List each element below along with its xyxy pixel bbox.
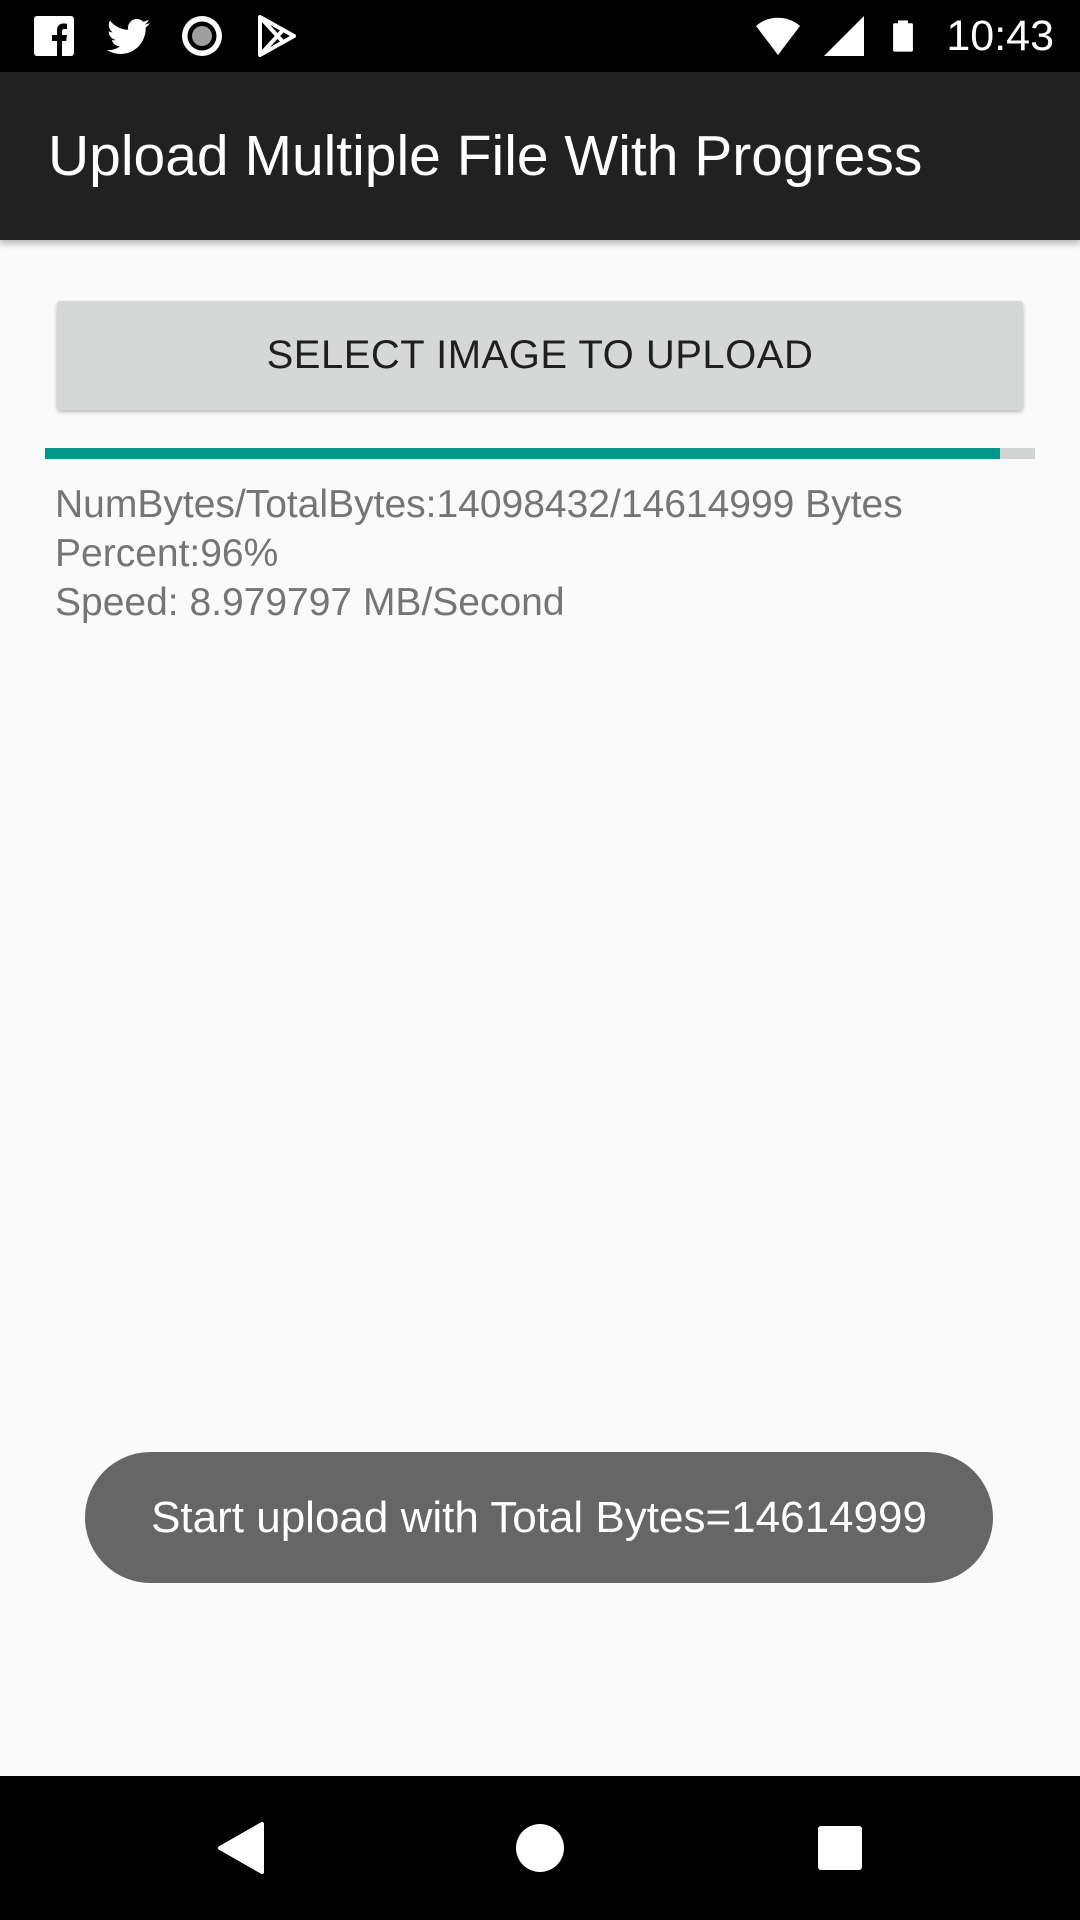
toast-text: Start upload with Total Bytes=14614999 xyxy=(151,1492,927,1542)
twitter-icon xyxy=(106,19,150,54)
play-store-icon xyxy=(258,15,296,57)
bytes-progress-text: NumBytes/TotalBytes:14098432/14614999 By… xyxy=(55,483,903,526)
upload-progress-fill xyxy=(45,448,1001,459)
app-bar: Upload Multiple File With Progress xyxy=(0,72,1080,240)
select-image-button-label: SELECT IMAGE TO UPLOAD xyxy=(266,333,814,377)
back-button[interactable] xyxy=(150,1776,330,1920)
percent-text: Percent:96% xyxy=(55,532,279,575)
select-image-button[interactable]: SELECT IMAGE TO UPLOAD xyxy=(57,301,1023,410)
record-icon xyxy=(182,16,222,56)
wifi-icon xyxy=(756,17,801,55)
home-icon xyxy=(516,1824,564,1872)
home-button[interactable] xyxy=(450,1776,630,1920)
toast-message: Start upload with Total Bytes=14614999 xyxy=(85,1452,993,1583)
recent-apps-icon xyxy=(818,1826,862,1870)
app-title: Upload Multiple File With Progress xyxy=(48,124,923,188)
upload-info: NumBytes/TotalBytes:14098432/14614999 By… xyxy=(55,480,903,627)
upload-progress-bar xyxy=(45,448,1035,459)
status-time: 10:43 xyxy=(946,12,1054,60)
recent-apps-button[interactable] xyxy=(750,1776,930,1920)
status-system-icons: 10:43 xyxy=(754,10,1054,62)
cellular-signal-icon xyxy=(824,16,865,56)
status-bar: 10:43 xyxy=(0,0,1080,72)
status-notification-icons xyxy=(30,12,300,60)
navigation-bar xyxy=(0,1776,1080,1920)
app-screen: 10:43 Upload Multiple File With Progress… xyxy=(0,0,1080,1920)
back-icon xyxy=(218,1822,264,1874)
battery-icon xyxy=(893,20,914,52)
facebook-icon xyxy=(34,16,74,56)
speed-text: Speed: 8.979797 MB/Second xyxy=(55,581,565,624)
